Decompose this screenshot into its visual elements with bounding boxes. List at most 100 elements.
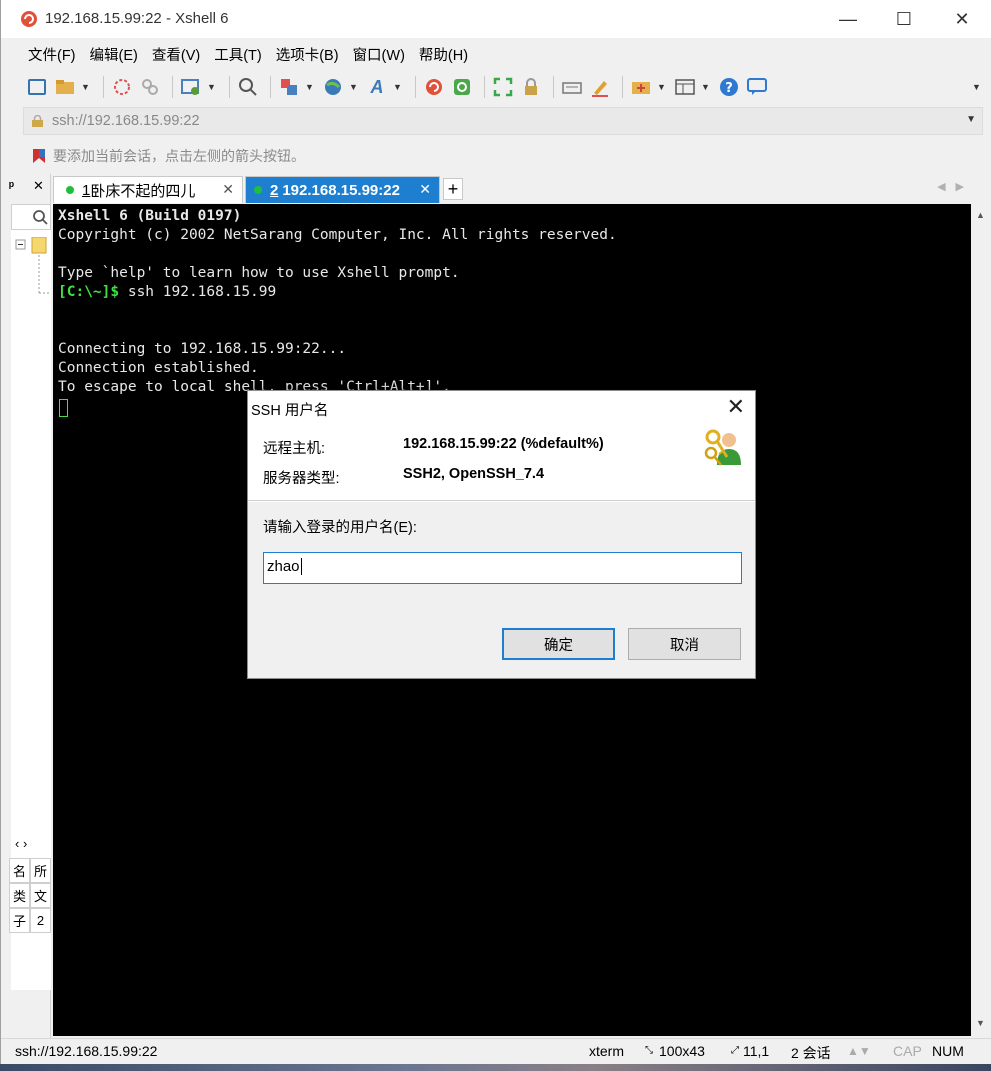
- session-hint-bar: 要添加当前会话，点击左侧的箭头按钮。: [23, 142, 983, 170]
- close-tab-icon[interactable]: ✕: [222, 181, 234, 198]
- menu-window[interactable]: 窗口(W): [346, 44, 412, 65]
- terminal-cursor: [59, 399, 68, 417]
- terminal-command: ssh 192.168.15.99: [119, 284, 277, 300]
- tab-number: 2: [270, 181, 279, 199]
- status-num: NUM: [932, 1043, 964, 1059]
- svg-text:?: ?: [725, 81, 733, 96]
- minimize-button[interactable]: —: [819, 0, 877, 38]
- grid-cell: 文: [30, 883, 51, 908]
- dialog-close-icon[interactable]: ✕: [727, 394, 745, 420]
- status-sessions: 2 会话: [791, 1045, 831, 1061]
- address-input[interactable]: ssh://192.168.15.99:22: [52, 113, 200, 129]
- terminal-scrollbar[interactable]: ▲ ▼: [971, 204, 991, 1036]
- properties-dropdown-icon[interactable]: ▼: [207, 82, 216, 92]
- menu-tabs[interactable]: 选项卡(B): [269, 44, 346, 65]
- tab-session-1[interactable]: 1 卧床不起的四儿 ✕: [53, 176, 243, 203]
- xshell-app-icon: [21, 11, 37, 27]
- close-window-button[interactable]: ✕: [933, 0, 991, 38]
- toolbar-separator: [622, 76, 623, 98]
- new-session-icon[interactable]: [25, 75, 49, 99]
- disconnect-icon[interactable]: [138, 75, 162, 99]
- grid-cell: 2: [30, 908, 51, 933]
- server-type-value: SSH2, OpenSSH_7.4: [403, 466, 545, 482]
- grid-cell: 名: [9, 858, 30, 883]
- layout-icon[interactable]: [277, 75, 301, 99]
- toolbar-overflow-icon[interactable]: ▼: [972, 82, 981, 92]
- terminal-line: Xshell 6 (Build 0197): [58, 208, 242, 224]
- address-bar[interactable]: ssh://192.168.15.99:22 ▼: [23, 107, 983, 135]
- menu-tools[interactable]: 工具(T): [207, 44, 269, 65]
- status-bar: ssh://192.168.15.99:22 xterm ⤡ 100x43 ⤢ …: [1, 1038, 991, 1064]
- highlight-icon[interactable]: [588, 75, 612, 99]
- layout-dropdown-icon[interactable]: ▼: [305, 82, 314, 92]
- open-dropdown-icon[interactable]: ▼: [81, 82, 90, 92]
- properties-icon[interactable]: [179, 75, 203, 99]
- status-address: ssh://192.168.15.99:22: [15, 1043, 158, 1059]
- tab-scroll-arrows-icon[interactable]: ◀▶: [937, 180, 974, 193]
- open-folder-icon[interactable]: [53, 75, 77, 99]
- username-input-value: zhao: [267, 558, 300, 575]
- find-icon[interactable]: [236, 75, 260, 99]
- grid-cell: 子: [9, 908, 30, 933]
- remote-host-label: 远程主机:: [263, 441, 326, 457]
- toolbar-separator: [553, 76, 554, 98]
- new-folder-icon[interactable]: [629, 75, 653, 99]
- username-input[interactable]: zhao: [263, 552, 742, 584]
- chat-icon[interactable]: [745, 75, 769, 99]
- close-tab-icon[interactable]: ✕: [419, 181, 431, 198]
- scroll-up-icon[interactable]: ▲: [976, 210, 985, 220]
- status-cursor-position: 11,1: [743, 1043, 770, 1059]
- maximize-button[interactable]: ☐: [875, 0, 933, 38]
- menu-view[interactable]: 查看(V): [145, 44, 207, 65]
- session-arrows-icon[interactable]: ▲▼: [847, 1044, 871, 1058]
- session-manager-panel: ᵖ ✕ ‹ › 名 所 类 文 子 2: [1, 174, 51, 1038]
- toolbar-separator: [270, 76, 271, 98]
- toolbar-separator: [172, 76, 173, 98]
- status-size: 100x43: [659, 1043, 705, 1059]
- panel-icon[interactable]: [673, 75, 697, 99]
- toolbar-separator: [484, 76, 485, 98]
- globe-dropdown-icon[interactable]: ▼: [349, 82, 358, 92]
- toolbar-separator: [229, 76, 230, 98]
- desktop-background: [0, 1064, 991, 1071]
- address-dropdown-icon[interactable]: ▼: [966, 114, 976, 125]
- terminal-line: Type `help' to learn how to use Xshell p…: [58, 265, 460, 281]
- connect-icon[interactable]: [110, 75, 134, 99]
- menu-edit[interactable]: 编辑(E): [83, 44, 145, 65]
- panel-dropdown-icon[interactable]: ▼: [701, 82, 710, 92]
- scroll-down-icon[interactable]: ▼: [976, 1018, 985, 1028]
- grid-nav-arrows[interactable]: ‹ ›: [9, 836, 51, 858]
- lock-icon[interactable]: [519, 75, 543, 99]
- server-type-label: 服务器类型:: [263, 471, 340, 487]
- add-tab-button[interactable]: +: [443, 178, 463, 200]
- connected-status-icon: [66, 186, 74, 194]
- toolbar-separator: [103, 76, 104, 98]
- tab-label: 卧床不起的四儿: [90, 182, 196, 200]
- globe-icon[interactable]: [321, 75, 345, 99]
- keyboard-icon[interactable]: [560, 75, 584, 99]
- dialog-title: SSH 用户名: [251, 403, 329, 419]
- panel-close-icon[interactable]: ✕: [33, 178, 44, 194]
- pin-icon[interactable]: ᵖ: [9, 178, 14, 193]
- menu-file[interactable]: 文件(F): [21, 44, 83, 65]
- window-title: 192.168.15.99:22 - Xshell 6: [45, 10, 229, 27]
- ok-button[interactable]: 确定: [502, 628, 615, 660]
- fullscreen-icon[interactable]: [491, 75, 515, 99]
- hint-text: 要添加当前会话，点击左侧的箭头按钮。: [53, 148, 305, 164]
- username-prompt-label: 请输入登录的用户名(E):: [263, 520, 417, 536]
- xshell-window: 192.168.15.99:22 - Xshell 6 — ☐ ✕ 文件(F) …: [0, 0, 991, 1064]
- new-folder-dropdown-icon[interactable]: ▼: [657, 82, 666, 92]
- cancel-button[interactable]: 取消: [628, 628, 741, 660]
- font-dropdown-icon[interactable]: ▼: [393, 82, 402, 92]
- grid-cell: 类: [9, 883, 30, 908]
- xftp-icon[interactable]: [450, 75, 474, 99]
- session-search-input[interactable]: [11, 204, 51, 230]
- help-icon[interactable]: ?: [717, 75, 741, 99]
- xshell-logo-icon[interactable]: [422, 75, 446, 99]
- menu-help[interactable]: 帮助(H): [412, 44, 475, 65]
- terminal-line: Copyright (c) 2002 NetSarang Computer, I…: [58, 227, 617, 243]
- add-session-arrow-icon[interactable]: [31, 148, 47, 164]
- font-icon[interactable]: A: [365, 75, 389, 99]
- folder-tree-icon[interactable]: [14, 237, 50, 297]
- tab-session-2[interactable]: 2 192.168.15.99:22 ✕: [245, 176, 440, 203]
